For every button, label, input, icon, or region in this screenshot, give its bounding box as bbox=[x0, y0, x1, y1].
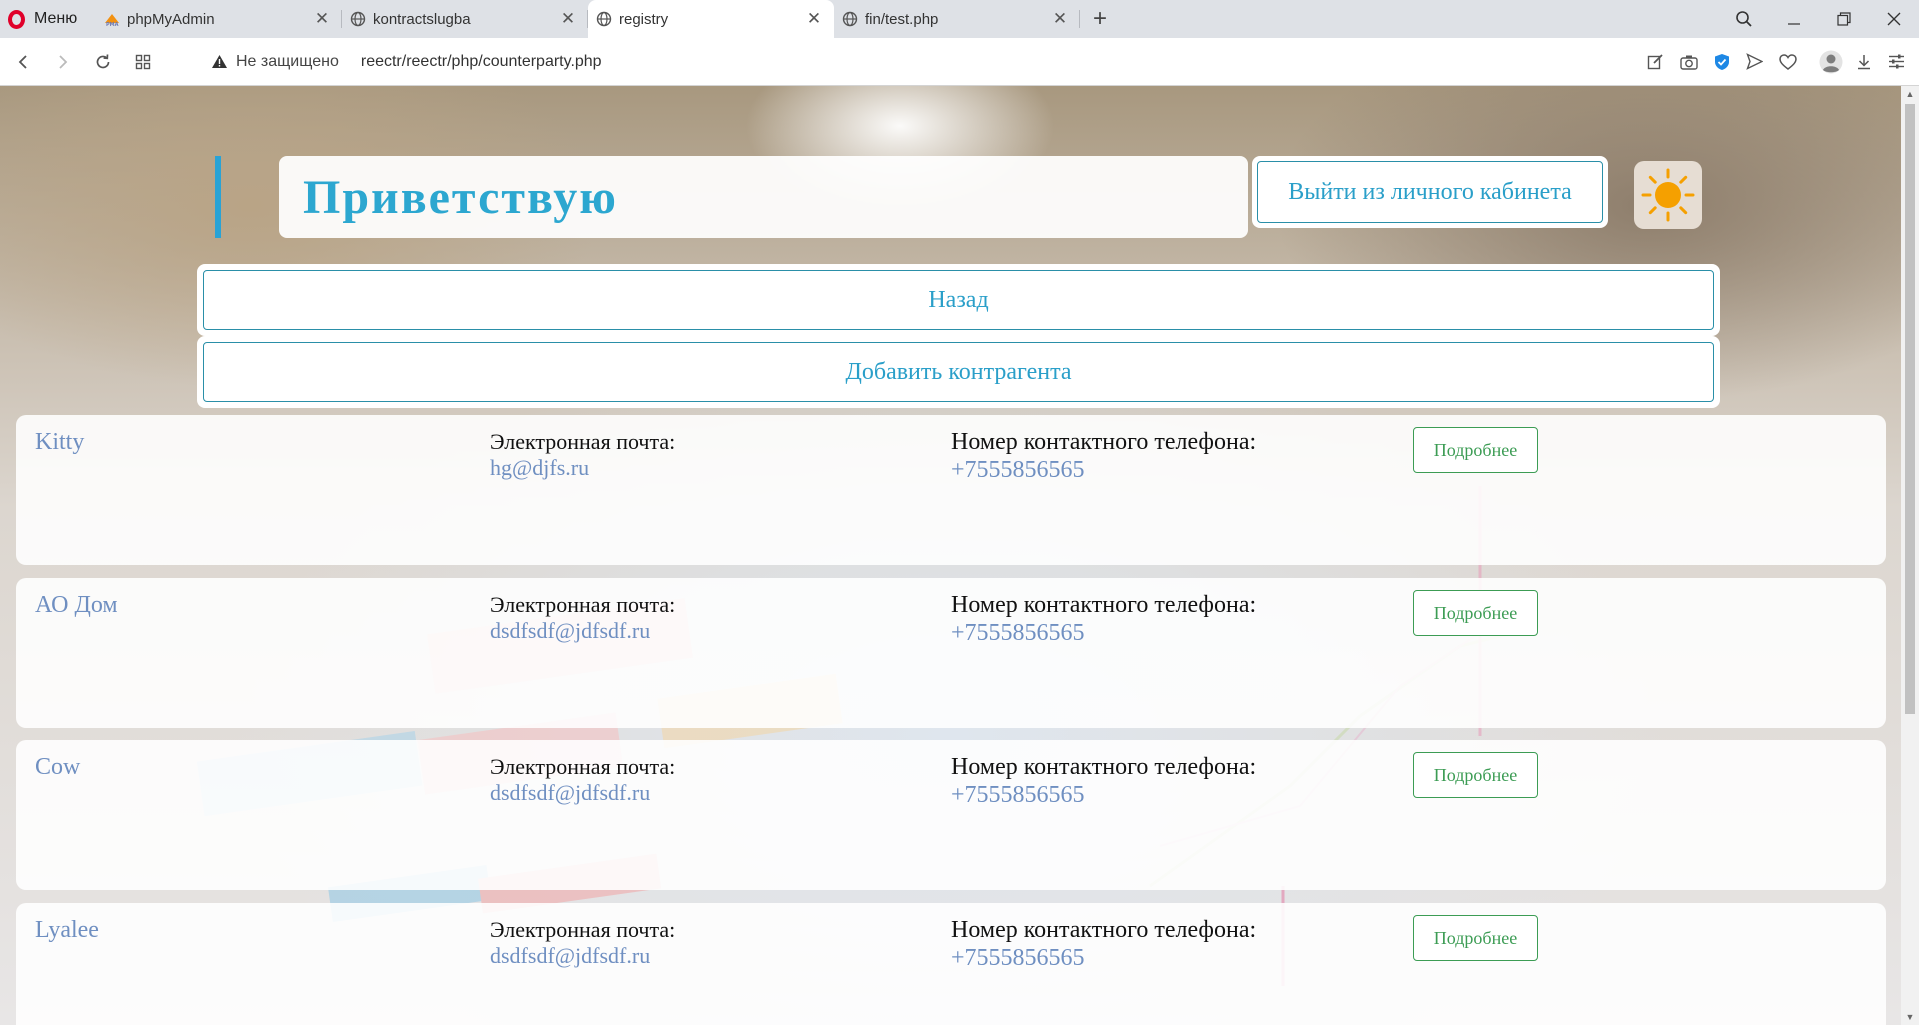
details-button[interactable]: Подробнее bbox=[1413, 427, 1538, 473]
details-button[interactable]: Подробнее bbox=[1413, 752, 1538, 798]
back-button[interactable]: Назад bbox=[203, 270, 1714, 330]
globe-icon bbox=[842, 11, 858, 27]
phpmyadmin-icon: PMA bbox=[105, 14, 119, 27]
counterparty-card: Cow Электронная почта: dsdfsdf@jdfsdf.ru… bbox=[16, 740, 1886, 890]
counterparty-card: АО Дом Электронная почта: dsdfsdf@jdfsdf… bbox=[16, 578, 1886, 728]
tab-phpmyadmin[interactable]: PMA phpMyAdmin ✕ bbox=[96, 0, 342, 38]
close-tab-icon[interactable]: ✕ bbox=[806, 9, 822, 29]
scrollbar-thumb[interactable] bbox=[1905, 104, 1915, 714]
phone-label: Номер контактного телефона: bbox=[951, 917, 1257, 943]
avatar-icon[interactable] bbox=[1814, 50, 1847, 74]
logout-panel: Выйти из личного кабинета bbox=[1252, 156, 1608, 228]
download-icon[interactable] bbox=[1847, 54, 1880, 70]
browser-tab-bar: Меню PMA phpMyAdmin ✕ kontractslugba ✕ r… bbox=[0, 0, 1919, 38]
close-tab-icon[interactable]: ✕ bbox=[1052, 9, 1068, 29]
phone-value[interactable]: +7555856565 bbox=[951, 945, 1085, 972]
email-label: Электронная почта: bbox=[490, 429, 676, 454]
email-label: Электронная почта: bbox=[490, 754, 676, 779]
url-field[interactable]: reectr/reectr/php/counterparty.php bbox=[361, 53, 602, 71]
back-panel: Назад bbox=[197, 264, 1720, 336]
counterparty-name[interactable]: Kitty bbox=[35, 429, 84, 456]
address-bar: Не защищено reectr/reectr/php/counterpar… bbox=[0, 38, 1919, 86]
easy-setup-icon[interactable] bbox=[1880, 54, 1913, 69]
page-title: Приветствую bbox=[303, 170, 618, 224]
close-tab-icon[interactable]: ✕ bbox=[560, 9, 576, 29]
counterparty-name[interactable]: АО Дом bbox=[35, 592, 118, 619]
theme-toggle-button[interactable] bbox=[1634, 161, 1702, 229]
forward-nav-icon[interactable] bbox=[43, 54, 83, 70]
phone-label: Номер контактного телефона: bbox=[951, 754, 1257, 780]
shield-icon[interactable] bbox=[1705, 53, 1738, 71]
scroll-up-icon[interactable]: ▲ bbox=[1901, 86, 1919, 102]
globe-icon bbox=[596, 11, 612, 27]
phone-value[interactable]: +7555856565 bbox=[951, 782, 1085, 809]
send-icon[interactable] bbox=[1738, 53, 1771, 70]
email-value[interactable]: dsdfsdf@jdfsdf.ru bbox=[490, 780, 650, 806]
counterparty-card: Lyalee Электронная почта: dsdfsdf@jdfsdf… bbox=[16, 903, 1886, 1025]
scroll-down-icon[interactable]: ▼ bbox=[1901, 1009, 1919, 1025]
tab-title: kontractslugba bbox=[373, 10, 471, 28]
window-controls bbox=[1719, 0, 1919, 38]
greeting-panel: Приветствую bbox=[279, 156, 1248, 238]
details-button[interactable]: Подробнее bbox=[1413, 590, 1538, 636]
phone-value[interactable]: +7555856565 bbox=[951, 457, 1085, 484]
svg-text:PMA: PMA bbox=[106, 22, 119, 27]
tabs-grid-icon[interactable] bbox=[123, 54, 163, 70]
opera-logo-icon bbox=[8, 9, 25, 29]
opera-menu-button[interactable]: Меню bbox=[0, 0, 96, 38]
sun-icon bbox=[1641, 168, 1695, 222]
phone-label: Номер контактного телефона: bbox=[951, 429, 1257, 455]
vertical-scrollbar[interactable]: ▲ ▼ bbox=[1901, 86, 1919, 1025]
restore-icon[interactable] bbox=[1819, 12, 1869, 26]
minimize-icon[interactable] bbox=[1769, 12, 1819, 26]
email-label: Электронная почта: bbox=[490, 917, 676, 942]
security-indicator[interactable]: Не защищено bbox=[211, 53, 339, 71]
counterparty-name[interactable]: Lyalee bbox=[35, 917, 99, 944]
page-viewport: Приветствую Выйти из личного кабинета На… bbox=[0, 86, 1901, 1025]
new-tab-button[interactable]: + bbox=[1080, 0, 1120, 38]
tab-title: registry bbox=[619, 10, 669, 28]
warning-icon bbox=[212, 55, 227, 68]
security-text: Не защищено bbox=[236, 52, 339, 70]
counterparty-name[interactable]: Cow bbox=[35, 754, 80, 781]
edit-icon[interactable] bbox=[1639, 53, 1672, 70]
tab-title: phpMyAdmin bbox=[127, 10, 215, 28]
toolbar-icons bbox=[1639, 50, 1919, 74]
add-panel: Добавить контрагента bbox=[197, 336, 1720, 408]
search-tabs-icon[interactable] bbox=[1719, 10, 1769, 28]
camera-icon[interactable] bbox=[1672, 54, 1705, 70]
back-nav-icon[interactable] bbox=[3, 54, 43, 70]
close-tab-icon[interactable]: ✕ bbox=[314, 9, 330, 29]
tab-title: fin/test.php bbox=[865, 10, 939, 28]
details-button[interactable]: Подробнее bbox=[1413, 915, 1538, 961]
heart-icon[interactable] bbox=[1771, 53, 1804, 70]
email-label: Электронная почта: bbox=[490, 592, 676, 617]
reload-icon[interactable] bbox=[83, 53, 123, 71]
tab-registry[interactable]: registry ✕ bbox=[588, 0, 834, 38]
globe-icon bbox=[350, 11, 366, 27]
counterparty-card: Kitty Электронная почта: hg@djfs.ru Номе… bbox=[16, 415, 1886, 565]
tab-fin-test[interactable]: fin/test.php ✕ bbox=[834, 0, 1080, 38]
logout-button[interactable]: Выйти из личного кабинета bbox=[1257, 161, 1603, 223]
phone-label: Номер контактного телефона: bbox=[951, 592, 1257, 618]
greeting-accent-bar bbox=[215, 156, 221, 238]
menu-label: Меню bbox=[34, 10, 78, 27]
email-value[interactable]: hg@djfs.ru bbox=[490, 455, 589, 481]
close-window-icon[interactable] bbox=[1869, 12, 1919, 26]
phone-value[interactable]: +7555856565 bbox=[951, 620, 1085, 647]
email-value[interactable]: dsdfsdf@jdfsdf.ru bbox=[490, 618, 650, 644]
tab-kontractslugba[interactable]: kontractslugba ✕ bbox=[342, 0, 588, 38]
add-counterparty-button[interactable]: Добавить контрагента bbox=[203, 342, 1714, 402]
email-value[interactable]: dsdfsdf@jdfsdf.ru bbox=[490, 943, 650, 969]
